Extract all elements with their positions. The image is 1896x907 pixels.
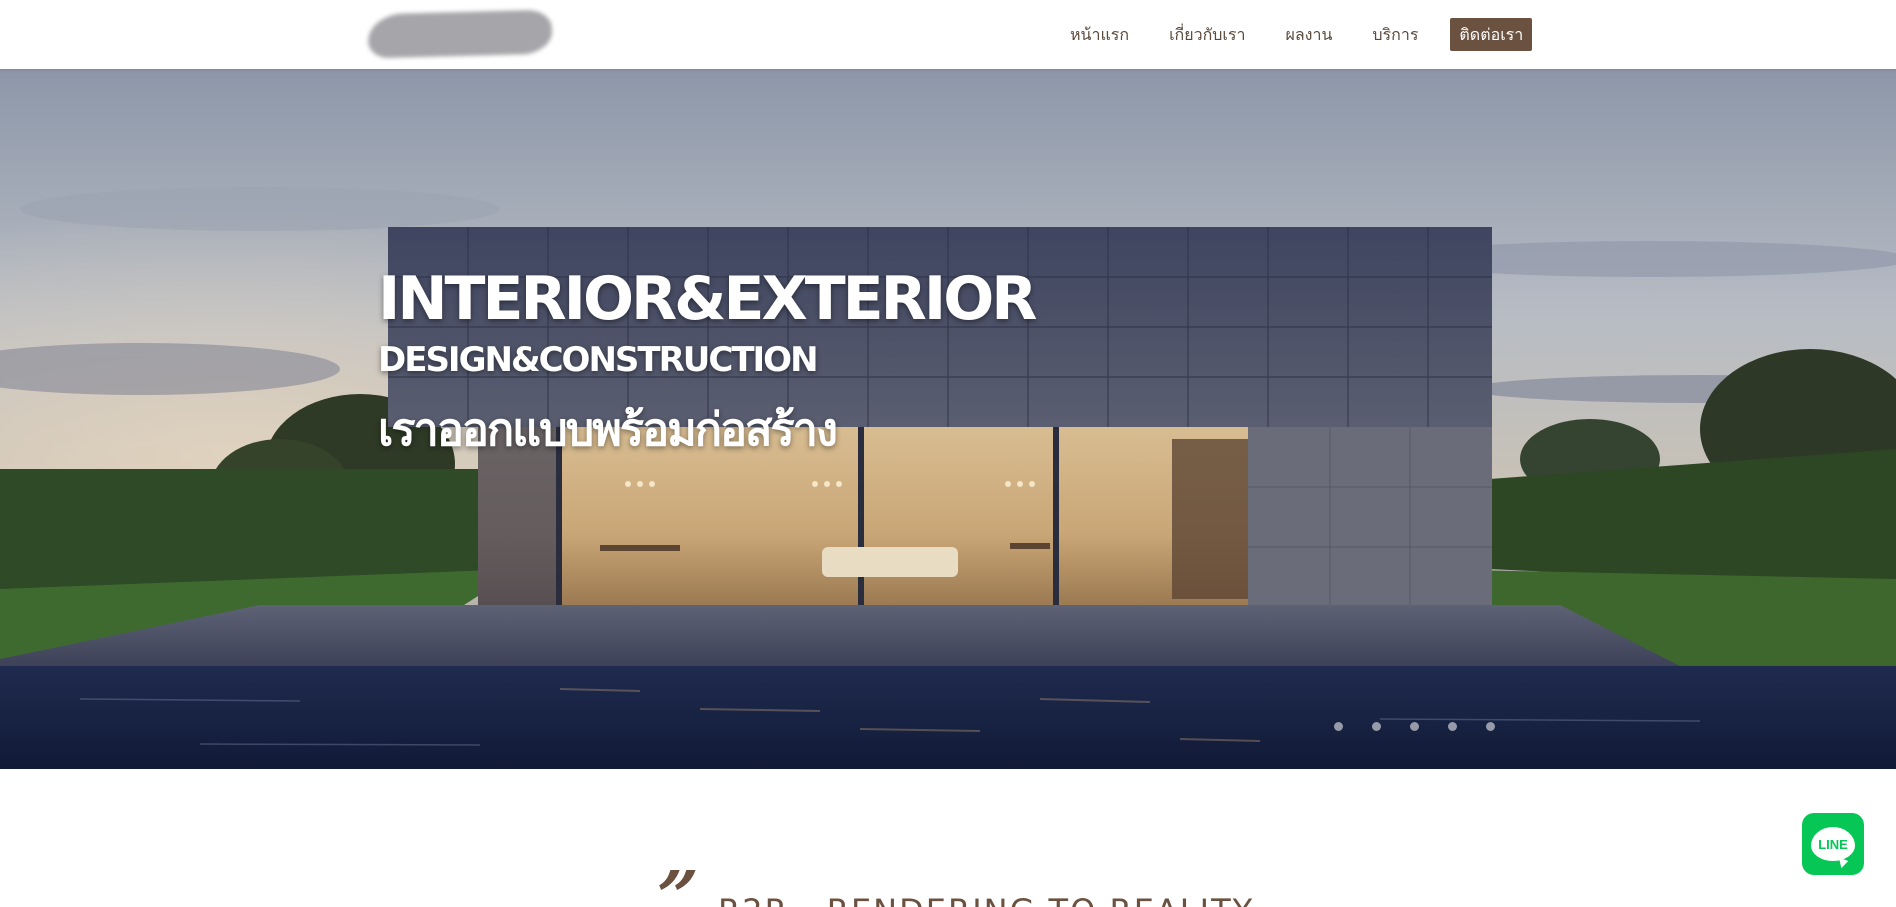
slider-dot-5[interactable]: [1486, 722, 1495, 731]
nav-item-about[interactable]: เกี่ยวกับเรา: [1161, 18, 1253, 51]
slider-dot-2[interactable]: [1372, 722, 1381, 731]
slider-dot-1[interactable]: [1334, 722, 1343, 731]
nav-item-portfolio[interactable]: ผลงาน: [1277, 18, 1340, 51]
hero-text-block: INTERIOR&EXTERIOR DESIGN&CONSTRUCTION เร…: [378, 264, 1037, 456]
site-header: หน้าแรก เกี่ยวกับเรา ผลงาน บริการ ติดต่อ…: [0, 0, 1896, 69]
section-title: R2R - RENDERING TO REALITY: [718, 895, 1254, 907]
line-icon: LINE: [1811, 827, 1855, 861]
nav-item-home[interactable]: หน้าแรก: [1070, 18, 1137, 51]
hero-slider: INTERIOR&EXTERIOR DESIGN&CONSTRUCTION เร…: [0, 69, 1896, 769]
quote-mark-icon: ”: [638, 855, 706, 907]
logo[interactable]: [367, 9, 553, 59]
nav-item-contact[interactable]: ติดต่อเรา: [1450, 18, 1533, 51]
slider-dot-3[interactable]: [1410, 722, 1419, 731]
line-chat-button[interactable]: LINE: [1802, 813, 1864, 875]
slider-dot-4[interactable]: [1448, 722, 1457, 731]
hero-title: INTERIOR&EXTERIOR: [378, 264, 1037, 334]
line-label: LINE: [1818, 836, 1848, 852]
slider-dots: [1334, 722, 1495, 731]
hero-thai-tagline: เราออกแบบพร้อมก่อสร้าง: [378, 403, 838, 456]
nav-item-services[interactable]: บริการ: [1364, 18, 1426, 51]
hero-subtitle: DESIGN&CONSTRUCTION: [378, 340, 819, 380]
main-nav: หน้าแรก เกี่ยวกับเรา ผลงาน บริการ ติดต่อ…: [1070, 18, 1533, 51]
